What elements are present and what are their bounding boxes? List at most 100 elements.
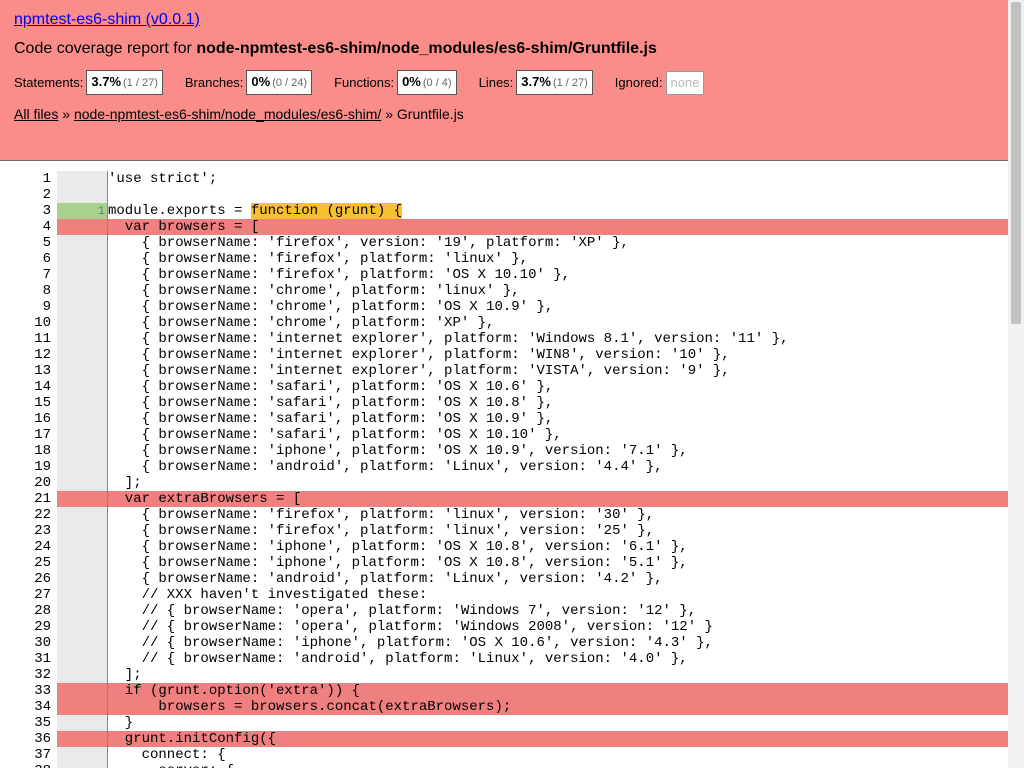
line-number[interactable]: 3 <box>0 203 51 219</box>
code-line: 35 } <box>0 715 1008 731</box>
source-text: var extraBrowsers = [ <box>108 491 1008 507</box>
code-line: 19 { browserName: 'android', platform: '… <box>0 459 1008 475</box>
coverage-count <box>57 555 107 571</box>
line-number[interactable]: 21 <box>0 491 51 507</box>
source-text-content: { browserName: 'chrome', platform: 'OS X… <box>108 299 554 315</box>
report-heading: Code coverage report for node-npmtest-es… <box>14 40 657 58</box>
coverage-metrics: Statements: 3.7% (1 / 27) Branches: 0% (0 … <box>14 70 726 95</box>
source-text: { browserName: 'iphone', platform: 'OS X… <box>108 443 1008 459</box>
line-number[interactable]: 33 <box>0 683 51 699</box>
line-number[interactable]: 28 <box>0 603 51 619</box>
line-number[interactable]: 7 <box>0 267 51 283</box>
coverage-count <box>57 299 107 315</box>
source-text: { browserName: 'safari', platform: 'OS X… <box>108 427 1008 443</box>
line-number[interactable]: 27 <box>0 587 51 603</box>
source-text-content: { browserName: 'iphone', platform: 'OS X… <box>108 443 688 459</box>
coverage-count <box>57 715 107 731</box>
line-number[interactable]: 32 <box>0 667 51 683</box>
code-line: 13 { browserName: 'internet explorer', p… <box>0 363 1008 379</box>
line-number[interactable]: 19 <box>0 459 51 475</box>
line-number[interactable]: 9 <box>0 299 51 315</box>
source-text: var browsers = [ <box>108 219 1008 235</box>
line-number[interactable]: 11 <box>0 331 51 347</box>
line-number[interactable]: 36 <box>0 731 51 747</box>
coverage-count <box>57 683 107 699</box>
source-text: { browserName: 'internet explorer', plat… <box>108 363 1008 379</box>
source-text-content: var browsers = [ <box>108 219 260 235</box>
line-number[interactable]: 24 <box>0 539 51 555</box>
source-text: { browserName: 'safari', platform: 'OS X… <box>108 411 1008 427</box>
line-number[interactable]: 23 <box>0 523 51 539</box>
line-number[interactable]: 10 <box>0 315 51 331</box>
source-text: grunt.initConfig({ <box>108 731 1008 747</box>
line-number[interactable]: 38 <box>0 763 51 768</box>
coverage-count <box>57 491 107 507</box>
scrollbar-thumb[interactable] <box>1011 2 1021 324</box>
code-line: 30 // { browserName: 'iphone', platform:… <box>0 635 1008 651</box>
line-number[interactable]: 13 <box>0 363 51 379</box>
coverage-count <box>57 363 107 379</box>
code-line: 6 { browserName: 'firefox', platform: 'l… <box>0 251 1008 267</box>
source-text-content: server: { <box>108 763 234 768</box>
source-text-content: } <box>108 715 134 731</box>
breadcrumb-directory[interactable]: node-npmtest-es6-shim/node_modules/es6-s… <box>74 106 381 122</box>
code-line: 38 server: { <box>0 763 1008 768</box>
line-number[interactable]: 37 <box>0 747 51 763</box>
source-text-content: { browserName: 'safari', platform: 'OS X… <box>108 427 562 443</box>
coverage-count <box>57 459 107 475</box>
code-line: 22 { browserName: 'firefox', platform: '… <box>0 507 1008 523</box>
coverage-count <box>57 603 107 619</box>
line-number[interactable]: 29 <box>0 619 51 635</box>
source-text-content: { browserName: 'firefox', platform: 'lin… <box>108 523 655 539</box>
uncovered-function: function (grunt) { <box>250 203 403 219</box>
source-text-content: { browserName: 'android', platform: 'Lin… <box>108 571 663 587</box>
source-text-content: { browserName: 'android', platform: 'Lin… <box>108 459 663 475</box>
line-number[interactable]: 12 <box>0 347 51 363</box>
project-title: npmtest-es6-shim (v0.0.1) <box>14 11 200 29</box>
source-text: { browserName: 'android', platform: 'Lin… <box>108 571 1008 587</box>
vertical-scrollbar[interactable] <box>1008 0 1024 768</box>
project-title-link[interactable]: npmtest-es6-shim (v0.0.1) <box>14 11 200 28</box>
line-number[interactable]: 20 <box>0 475 51 491</box>
line-number[interactable]: 34 <box>0 699 51 715</box>
report-file-path: node-npmtest-es6-shim/node_modules/es6-s… <box>196 40 657 57</box>
line-number[interactable]: 18 <box>0 443 51 459</box>
line-number[interactable]: 22 <box>0 507 51 523</box>
code-line: 32 ]; <box>0 667 1008 683</box>
source-text-content: { browserName: 'firefox', platform: 'OS … <box>108 267 571 283</box>
source-text: { browserName: 'internet explorer', plat… <box>108 347 1008 363</box>
source-text: { browserName: 'safari', platform: 'OS X… <box>108 395 1008 411</box>
line-number[interactable]: 5 <box>0 235 51 251</box>
line-number[interactable]: 4 <box>0 219 51 235</box>
line-number[interactable]: 35 <box>0 715 51 731</box>
code-line: 24 { browserName: 'iphone', platform: 'O… <box>0 539 1008 555</box>
source-text-prefix: module.exports = <box>108 203 251 219</box>
metric-statements: Statements: 3.7% (1 / 27) <box>14 70 163 95</box>
breadcrumb-all-files[interactable]: All files <box>14 106 58 122</box>
line-number[interactable]: 26 <box>0 571 51 587</box>
line-number[interactable]: 25 <box>0 555 51 571</box>
source-text: // { browserName: 'android', platform: '… <box>108 651 1008 667</box>
line-number[interactable]: 1 <box>0 171 51 187</box>
source-text: { browserName: 'firefox', version: '19',… <box>108 235 1008 251</box>
coverage-count <box>57 235 107 251</box>
coverage-count <box>57 187 107 203</box>
source-text: // { browserName: 'iphone', platform: 'O… <box>108 635 1008 651</box>
line-number[interactable]: 8 <box>0 283 51 299</box>
metric-functions: Functions: 0% (0 / 4) <box>334 70 457 95</box>
source-text-content: // { browserName: 'opera', platform: 'Wi… <box>108 603 697 619</box>
metric-percent: 3.7% <box>521 74 551 89</box>
source-text: // { browserName: 'opera', platform: 'Wi… <box>108 603 1008 619</box>
line-number[interactable]: 15 <box>0 395 51 411</box>
line-number[interactable]: 17 <box>0 427 51 443</box>
source-text: ]; <box>108 667 1008 683</box>
line-number[interactable]: 16 <box>0 411 51 427</box>
source-text-content: { browserName: 'firefox', version: '19',… <box>108 235 629 251</box>
line-number[interactable]: 6 <box>0 251 51 267</box>
line-number[interactable]: 30 <box>0 635 51 651</box>
metric-value-box: 0% (0 / 4) <box>397 70 457 95</box>
code-line: 17 { browserName: 'safari', platform: 'O… <box>0 427 1008 443</box>
line-number[interactable]: 2 <box>0 187 51 203</box>
line-number[interactable]: 14 <box>0 379 51 395</box>
line-number[interactable]: 31 <box>0 651 51 667</box>
